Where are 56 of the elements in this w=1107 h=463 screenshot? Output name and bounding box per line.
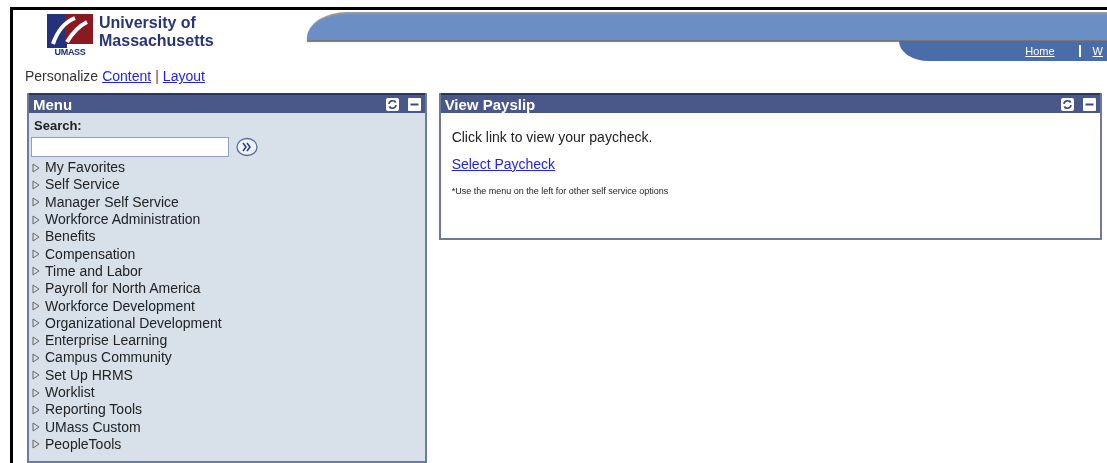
expand-triangle-icon[interactable] (31, 214, 41, 225)
menu-item[interactable]: Benefits (45, 228, 96, 246)
expand-triangle-icon[interactable] (31, 249, 41, 260)
search-field[interactable] (31, 137, 229, 157)
search-go-button[interactable] (236, 137, 258, 157)
expand-triangle-icon[interactable] (31, 162, 41, 173)
menu-item[interactable]: Workforce Development (45, 297, 195, 315)
expand-triangle-icon[interactable] (31, 439, 41, 450)
panel-title: View Payslip (444, 95, 537, 113)
menu-item[interactable]: Worklist (45, 384, 95, 401)
menu-item[interactable]: Reporting Tools (45, 401, 143, 419)
minimize-icon[interactable] (407, 97, 421, 111)
expand-triangle-icon[interactable] (31, 266, 41, 277)
personalize-link[interactable]: Content (102, 68, 152, 85)
expand-triangle-icon[interactable] (31, 179, 41, 190)
menu-item[interactable]: Time and Labor (45, 262, 143, 280)
expand-triangle-icon[interactable] (31, 387, 41, 398)
menu-item[interactable]: PeopleTools (45, 435, 122, 453)
expand-triangle-icon[interactable] (31, 318, 41, 329)
menu-item[interactable]: Self Service (45, 176, 120, 194)
search-label: Search: (33, 118, 83, 133)
expand-triangle-icon[interactable] (31, 422, 41, 433)
select-paycheck-link[interactable]: Select Paycheck (451, 156, 556, 172)
nav-link[interactable]: W (1078, 45, 1107, 57)
logo-icon (47, 14, 93, 48)
expand-triangle-icon[interactable] (31, 352, 41, 363)
expand-triangle-icon[interactable] (31, 197, 41, 208)
expand-triangle-icon[interactable] (31, 335, 41, 346)
menu-item[interactable]: Set Up HRMS (45, 366, 133, 384)
minimize-icon[interactable] (1083, 97, 1096, 111)
expand-triangle-icon[interactable] (31, 404, 41, 415)
logo-mark-text: UMASS (54, 48, 86, 57)
refresh-icon[interactable] (1061, 97, 1074, 111)
expand-triangle-icon[interactable] (31, 283, 41, 294)
personalize-label: Personalize (25, 68, 99, 85)
menu-item[interactable]: Organizational Development (45, 314, 222, 332)
expand-triangle-icon[interactable] (31, 370, 41, 381)
refresh-icon[interactable] (385, 97, 399, 111)
intro-text: Click link to view your paycheck. (451, 129, 654, 145)
expand-triangle-icon[interactable] (31, 301, 41, 311)
personalize-link[interactable]: Layout (162, 68, 205, 85)
menu-item[interactable]: Campus Community (45, 349, 172, 367)
menu-item[interactable]: Enterprise Learning (45, 332, 168, 350)
nav-link[interactable]: Home (1013, 45, 1059, 57)
menu-item[interactable]: UMass Custom (45, 418, 141, 436)
expand-triangle-icon[interactable] (31, 231, 41, 242)
menu-item[interactable]: Workforce Administration (45, 211, 201, 229)
menu-item[interactable]: My Favorites (45, 159, 126, 177)
panel-title: Menu (33, 95, 74, 113)
logo-text: Massachusetts (99, 32, 214, 50)
logo-text: University of (99, 14, 197, 32)
menu-item[interactable]: Manager Self Service (45, 193, 179, 211)
menu-item[interactable]: Payroll for North America (45, 280, 201, 298)
menu-item[interactable]: Compensation (45, 245, 136, 263)
separator: | (155, 68, 159, 85)
note-text: *Use the menu on the left for other self service options (451, 186, 670, 196)
